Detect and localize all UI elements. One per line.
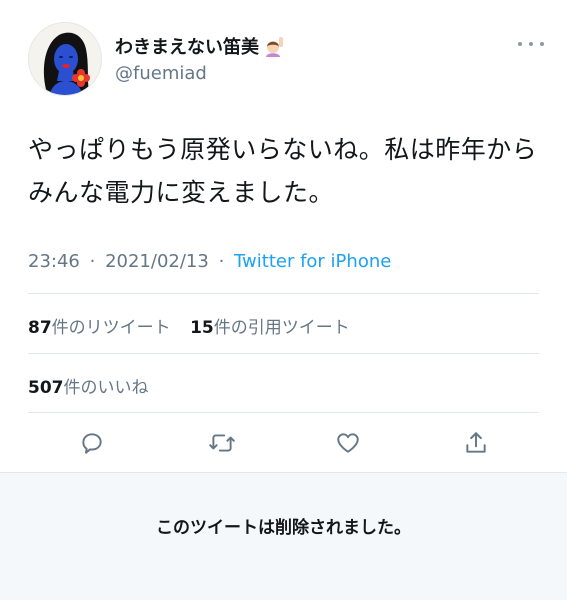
- stats-row-retweets: 87件のリツイート 15件の引用ツイート: [28, 313, 364, 338]
- deleted-tweet-notice: このツイートは削除されました。: [0, 472, 567, 600]
- tweet-date[interactable]: 2021/02/13: [105, 251, 209, 272]
- display-name-text: わきまえない笛美: [115, 37, 259, 58]
- retweets-count: 87: [28, 318, 52, 338]
- woman-illustration-avatar: [29, 23, 101, 95]
- more-dot: [540, 42, 544, 46]
- avatar[interactable]: [28, 22, 102, 96]
- user-handle[interactable]: @fuemiad: [115, 63, 207, 84]
- meta-separator: ·: [89, 251, 96, 272]
- meta-separator: ·: [218, 251, 225, 272]
- deleted-notice-text: このツイートは削除されました。: [156, 518, 411, 538]
- more-icon[interactable]: [518, 34, 544, 54]
- more-dot: [518, 42, 522, 46]
- action-bar: [28, 425, 539, 461]
- heart-icon[interactable]: [330, 425, 366, 461]
- tweet-source-link[interactable]: Twitter for iPhone: [234, 251, 391, 272]
- retweet-icon[interactable]: [204, 425, 240, 461]
- share-icon[interactable]: [458, 425, 494, 461]
- tweet-meta: 23:46 · 2021/02/13 · Twitter for iPhone: [28, 251, 391, 272]
- retweets-label: 件のリツイート: [51, 318, 171, 338]
- quotes-stat[interactable]: 15件の引用ツイート: [190, 318, 350, 338]
- retweets-stat[interactable]: 87件のリツイート: [28, 318, 171, 338]
- likes-count: 507: [28, 378, 64, 398]
- divider: [28, 412, 539, 413]
- tweet-time[interactable]: 23:46: [28, 251, 80, 272]
- stats-row-likes: 507件のいいね: [28, 373, 163, 398]
- tweet-detail: わきまえない笛美 @fuemiad やっぱりもう原発いらないね。私は昨年からみん…: [0, 0, 567, 472]
- woman-raising-hand-emoji-icon: [263, 35, 285, 57]
- likes-label: 件のいいね: [63, 378, 149, 398]
- reply-icon[interactable]: [74, 425, 110, 461]
- quotes-label: 件の引用ツイート: [213, 318, 350, 338]
- quotes-count: 15: [190, 318, 214, 338]
- more-dot: [529, 42, 533, 46]
- divider: [28, 293, 539, 294]
- tweet-text: やっぱりもう原発いらないね。私は昨年からみんな電力に変えました。: [28, 135, 538, 207]
- display-name[interactable]: わきまえない笛美: [115, 33, 285, 59]
- likes-stat[interactable]: 507件のいいね: [28, 378, 149, 398]
- divider: [28, 353, 539, 354]
